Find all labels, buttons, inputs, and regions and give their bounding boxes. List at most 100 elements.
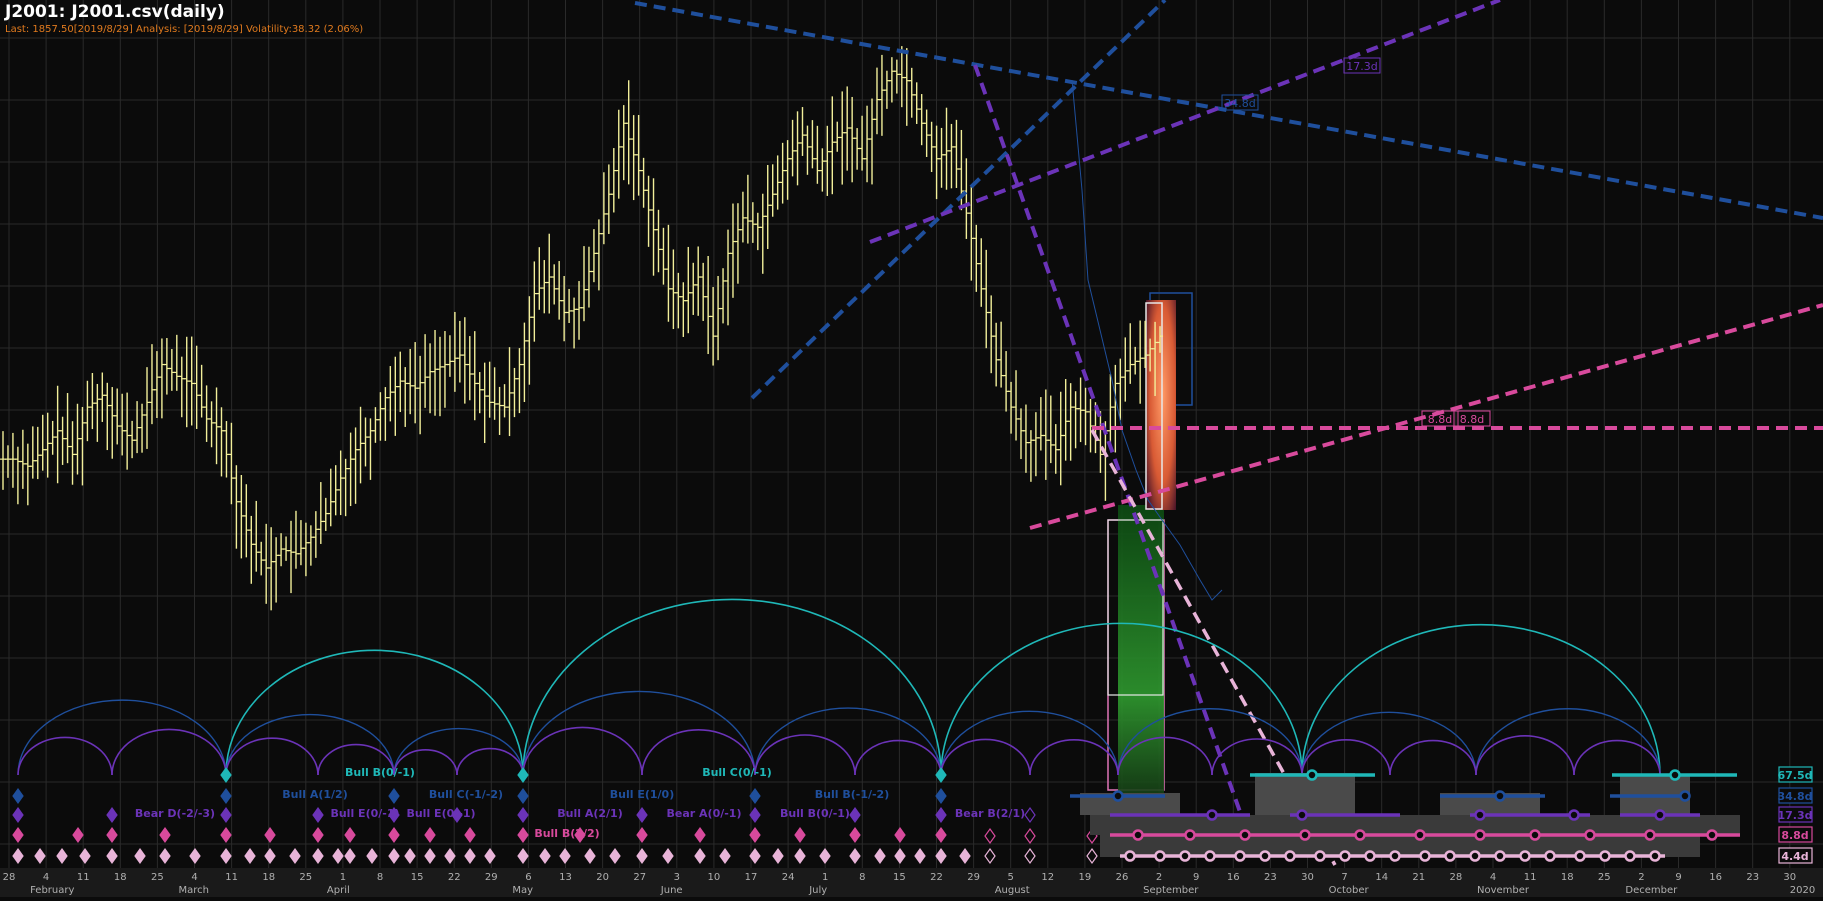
cycle-marker-4d: [794, 847, 806, 865]
x-tick-label: 9: [1193, 872, 1199, 883]
cycle-projection-point: [1204, 850, 1216, 862]
cycle-arc-17d: [940, 738, 1031, 776]
cycle-marker-8d: [517, 826, 529, 844]
cycle-projection-point: [1259, 850, 1271, 862]
cycle-projection-point: [1206, 809, 1218, 821]
cycle-legend-label: 34.8d: [1777, 790, 1812, 803]
cycle-projection-point: [1154, 850, 1166, 862]
cycle-projection-point: [1184, 829, 1196, 841]
x-tick-label: 11: [225, 872, 238, 883]
cycle-marker-4d: [56, 847, 68, 865]
cycle-marker-8d: [72, 826, 84, 844]
cycle-marker-4d: [220, 847, 232, 865]
cycle-marker-4d: [106, 847, 118, 865]
x-month-label: October: [1329, 885, 1370, 896]
cycle-phase-label: Bear A(0/-1): [667, 807, 742, 820]
x-tick-label: 19: [1079, 872, 1092, 883]
cycle-marker-8d: [344, 826, 356, 844]
cycle-phase-label: Bull B(0/-1): [780, 807, 850, 820]
cycle-marker-8d: [935, 826, 947, 844]
cycle-marker-17d: [312, 806, 324, 824]
x-month-label: November: [1477, 885, 1530, 896]
x-tick-label: 2: [1638, 872, 1644, 883]
cycle-phase-label: Bear D(-2/-3): [135, 807, 215, 820]
x-tick-label: 20: [596, 872, 609, 883]
cycle-marker-4d: [344, 847, 356, 865]
cycle-phase-label: Bull B(-1/-2): [815, 788, 889, 801]
x-tick-label: 29: [485, 872, 498, 883]
cycle-marker-4d: [79, 847, 91, 865]
cycle-marker-17d: [12, 806, 24, 824]
cycle-projection-point: [1132, 829, 1144, 841]
cycle-marker-4d: [484, 847, 496, 865]
x-tick-label: 23: [1746, 872, 1759, 883]
x-tick-label: 30: [1783, 872, 1796, 883]
cycle-projection-point: [1339, 850, 1351, 862]
cycle-marker-8d-future: [984, 827, 996, 845]
cycle-legend-label: 4.4d: [1781, 850, 1808, 863]
trendline-label: 34.8d: [1224, 97, 1255, 110]
x-tick-label: 18: [262, 872, 275, 883]
cycle-arc-17d: [1573, 739, 1661, 776]
cycle-marker-4d: [388, 847, 400, 865]
cycle-arc-17d: [456, 747, 524, 776]
x-tick-label: 22: [930, 872, 943, 883]
x-tick-label: 23: [1264, 872, 1277, 883]
cycle-marker-4d: [444, 847, 456, 865]
cycle-marker-4d: [189, 847, 201, 865]
cycle-projection-point: [1574, 850, 1586, 862]
cycle-marker-4d: [289, 847, 301, 865]
cycle-marker-4d: [244, 847, 256, 865]
cycle-arc-17d: [17, 736, 113, 776]
cycle-phase-label: Bull B(0/-1): [345, 766, 415, 779]
cycle-phase-label: Bull B(2/2): [534, 827, 599, 840]
x-tick-label: 5: [1008, 872, 1014, 883]
cycle-marker-4d-future: [1086, 847, 1098, 865]
cycle-marker-4d: [719, 847, 731, 865]
cycle-marker-4d: [134, 847, 146, 865]
x-tick-label: 22: [448, 872, 461, 883]
x-tick-label: 25: [1598, 872, 1611, 883]
x-tick-label: 13: [559, 872, 572, 883]
cycle-marker-8d: [312, 826, 324, 844]
cycle-marker-4d: [159, 847, 171, 865]
x-month-label: April: [327, 885, 350, 896]
x-tick-label: 21: [1412, 872, 1425, 883]
cycle-marker-17d: [517, 806, 529, 824]
x-tick-label: 1: [340, 872, 346, 883]
cycle-projection-point: [1529, 829, 1541, 841]
cycle-marker-4d: [894, 847, 906, 865]
x-tick-label: 24: [782, 872, 795, 883]
cycle-projection-point: [1679, 790, 1691, 802]
cycle-phase-label: Bull A(2/1): [557, 807, 622, 820]
x-tick-label: 16: [1227, 872, 1240, 883]
cycle-projection-point: [1474, 809, 1486, 821]
x-tick-label: 8: [859, 872, 865, 883]
cycle-phase-label: Bull C(-1/-2): [429, 788, 503, 801]
cycle-phase-label: Bull C(0/-1): [702, 766, 772, 779]
cycle-marker-4d: [694, 847, 706, 865]
cycle-arc-17d: [1301, 739, 1391, 776]
x-tick-label: 25: [299, 872, 312, 883]
cycle-legend-label: 17.3d: [1777, 809, 1812, 822]
cycle-projection-point: [1494, 790, 1506, 802]
projection-box-orange: [1146, 300, 1176, 510]
cycle-chart[interactable]: 17.3d 34.8d 8.8d 8.8d Bull B(0/-1) Bull C(0/-…: [0, 0, 1823, 897]
chart-title: J2001: J2001.csv(daily): [5, 2, 225, 22]
cycle-projection-point: [1494, 850, 1506, 862]
chart-area[interactable]: 17.3d 34.8d 8.8d 8.8d Bull B(0/-1) Bull C(0/-…: [0, 0, 1823, 897]
cycle-marker-4d: [914, 847, 926, 865]
x-tick-label: 4: [1490, 872, 1496, 883]
cycle-projection-point: [1364, 850, 1376, 862]
cycle-arc-67d: [522, 598, 942, 776]
cycle-marker-4d: [404, 847, 416, 865]
x-tick-label: 25: [151, 872, 164, 883]
cycle-projection-point: [1234, 850, 1246, 862]
x-tick-label: 15: [893, 872, 906, 883]
x-tick-label: 11: [1524, 872, 1537, 883]
x-tick-label: 28: [3, 872, 16, 883]
cycle-projection-point: [1414, 829, 1426, 841]
cycle-marker-4d-future: [984, 847, 996, 865]
cycle-marker-34d: [220, 787, 232, 805]
cycle-projection-point: [1568, 809, 1580, 821]
